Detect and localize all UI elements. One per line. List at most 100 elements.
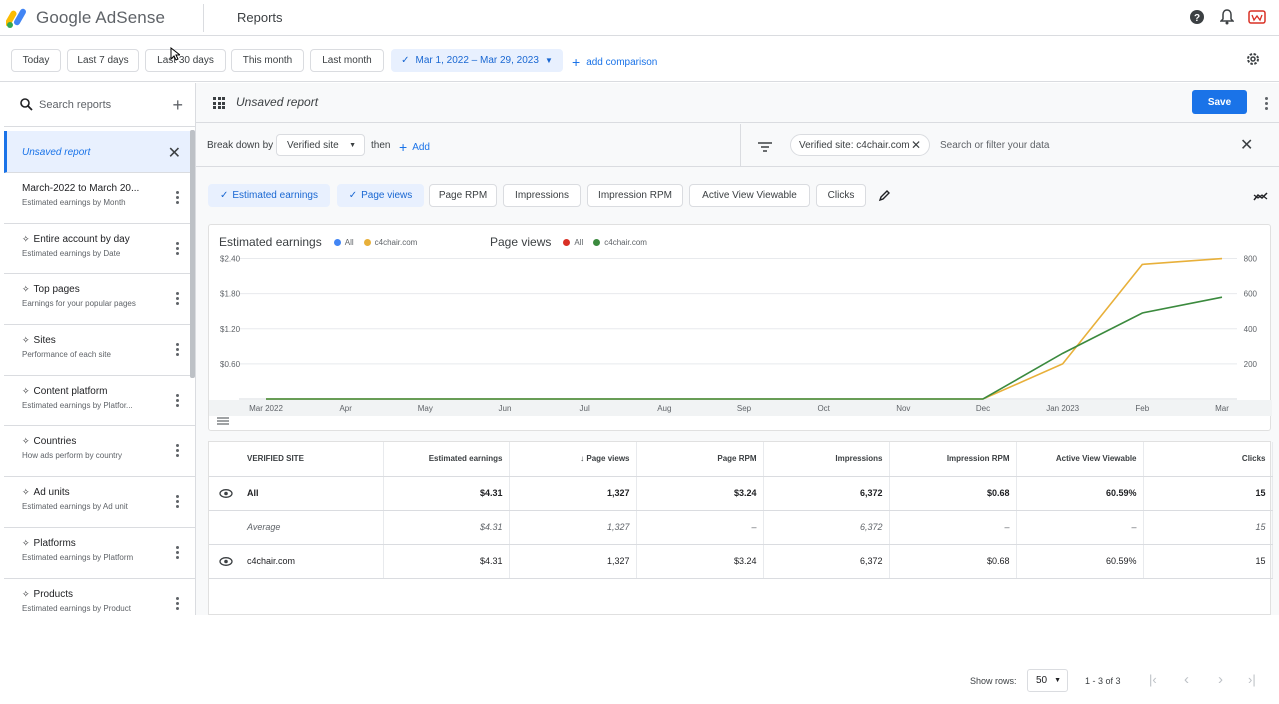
- next-page-icon[interactable]: ›: [1218, 671, 1223, 688]
- adsense-logo[interactable]: Google AdSense: [5, 7, 165, 29]
- close-icon[interactable]: ✕: [168, 143, 181, 163]
- more-options-icon[interactable]: [176, 545, 179, 561]
- help-icon[interactable]: ?: [1187, 7, 1207, 27]
- apps-grid-icon[interactable]: [213, 97, 225, 109]
- date-range-selector[interactable]: ✓ Mar 1, 2022 – Mar 29, 2023 ▼: [391, 49, 563, 72]
- filter-icon[interactable]: [758, 139, 772, 157]
- metric-active-view-viewable[interactable]: Active View Viewable: [689, 184, 810, 207]
- sidebar-item-subtitle: Estimated earnings by Month: [22, 198, 126, 207]
- column-header-clicks[interactable]: Clicks: [1143, 442, 1273, 477]
- breakdown-label: Break down by: [207, 140, 274, 151]
- visibility-eye-icon[interactable]: [219, 556, 233, 568]
- chip-this-month[interactable]: This month: [231, 49, 304, 72]
- y-left-tick-label: $1.80: [220, 290, 241, 299]
- metric-impression-rpm[interactable]: Impression RPM: [587, 184, 683, 207]
- chip-today[interactable]: Today: [11, 49, 61, 72]
- chip-last-30-days[interactable]: Last 30 days: [145, 49, 226, 72]
- report-more-options-icon[interactable]: [1265, 97, 1268, 112]
- metric-clicks[interactable]: Clicks: [816, 184, 866, 207]
- more-options-icon[interactable]: [176, 495, 179, 510]
- filter-search-input[interactable]: Search or filter your data: [940, 140, 1050, 151]
- column-header-verified-site[interactable]: VERIFIED SITE: [209, 442, 384, 477]
- sidebar-item-subtitle: Estimated earnings by Product: [22, 603, 131, 613]
- column-header-estimated-earnings[interactable]: Estimated earnings: [383, 442, 510, 477]
- sidebar-item-sites[interactable]: ✧ Sites Performance of each site: [4, 325, 195, 376]
- report-header: Unsaved report Save: [196, 83, 1279, 123]
- more-options-icon[interactable]: [176, 596, 179, 612]
- visibility-eye-icon[interactable]: [219, 488, 233, 500]
- clear-filters-icon[interactable]: ✕: [1240, 135, 1253, 155]
- save-button[interactable]: Save: [1192, 90, 1247, 114]
- chip-last-7-days[interactable]: Last 7 days: [67, 49, 139, 72]
- more-options-icon[interactable]: [176, 393, 179, 409]
- notifications-icon[interactable]: [1217, 7, 1237, 27]
- add-breakdown-button[interactable]: + Add: [399, 139, 430, 155]
- cell-page-views: 1,327: [509, 476, 637, 511]
- previous-page-icon[interactable]: ‹: [1184, 671, 1189, 688]
- sidebar-item-title: Sites: [33, 335, 56, 347]
- sidebar-item-subtitle: Estimated earnings by Platfor...: [22, 400, 133, 410]
- chart-menu-icon[interactable]: [217, 414, 229, 432]
- account-avatar-icon[interactable]: [1247, 7, 1267, 27]
- cell-active-view-viewable: 60.59%: [1016, 476, 1144, 511]
- x-tick-label: Jun: [499, 404, 512, 413]
- sidebar-item-title: Content platform: [33, 385, 108, 397]
- sidebar-item-march-2022[interactable]: March-2022 to March 20... Estimated earn…: [4, 173, 195, 224]
- sidebar-item-platforms[interactable]: ✧ Platforms Estimated earnings by Platfor…: [4, 528, 195, 579]
- metric-estimated-earnings[interactable]: ✓ Estimated earnings: [208, 184, 330, 207]
- report-title[interactable]: Unsaved report: [236, 95, 318, 109]
- table-row: c4chair.com $4.31 1,327 $3.24 6,372 $0.6…: [209, 544, 1273, 579]
- chart-toggle-trend-icon[interactable]: [1253, 189, 1268, 207]
- dropdown-arrow-icon: ▼: [349, 141, 356, 149]
- x-tick-label: May: [418, 404, 433, 413]
- verified-site-filter-chip[interactable]: Verified site: c4chair.com ✕: [790, 134, 930, 156]
- sidebar-item-countries[interactable]: ✧ Countries How ads perform by country: [4, 426, 195, 478]
- metric-impressions[interactable]: Impressions: [503, 184, 581, 207]
- cell-page-rpm: –: [636, 510, 764, 545]
- remove-filter-icon[interactable]: ✕: [911, 138, 921, 152]
- column-header-impressions[interactable]: Impressions: [763, 442, 890, 477]
- more-options-icon[interactable]: [176, 241, 179, 257]
- search-reports[interactable]: Search reports +: [4, 83, 195, 127]
- rows-per-page-select[interactable]: 50 ▼: [1027, 669, 1068, 692]
- first-page-icon[interactable]: |‹: [1149, 672, 1157, 687]
- last-page-icon[interactable]: ›|: [1248, 672, 1256, 687]
- top-bar: Google AdSense Reports ?: [0, 0, 1279, 36]
- sidebar-item-subtitle: Earnings for your popular pages: [22, 299, 136, 309]
- new-report-plus-icon[interactable]: +: [172, 95, 183, 116]
- then-label: then: [371, 140, 391, 151]
- sidebar-item-unsaved-report[interactable]: Unsaved report ✕: [4, 131, 195, 173]
- more-options-icon[interactable]: [176, 191, 179, 206]
- cell-page-rpm: $3.24: [636, 476, 764, 511]
- sparkle-icon: ✧: [22, 233, 30, 244]
- table-header-row: VERIFIED SITE Estimated earnings ↓ Page …: [209, 442, 1273, 477]
- dropdown-arrow-icon: ▼: [544, 56, 553, 65]
- more-options-icon[interactable]: [176, 444, 179, 459]
- column-header-active-view-viewable[interactable]: Active View Viewable: [1016, 442, 1144, 477]
- cell-clicks: 15: [1143, 544, 1273, 579]
- sidebar-item-products[interactable]: ✧ Products Estimated earnings by Product: [4, 579, 195, 630]
- more-options-icon[interactable]: [176, 292, 179, 307]
- edit-metrics-pencil-icon[interactable]: [878, 189, 891, 207]
- table-row: All $4.31 1,327 $3.24 6,372 $0.68 60.59%…: [209, 476, 1273, 511]
- column-header-page-rpm[interactable]: Page RPM: [636, 442, 764, 477]
- metric-page-rpm[interactable]: Page RPM: [429, 184, 497, 207]
- sidebar-item-content-platform[interactable]: ✧ Content platform Estimated earnings by …: [4, 376, 195, 427]
- chip-last-month[interactable]: Last month: [310, 49, 384, 72]
- breakdown-select[interactable]: Verified site ▼: [276, 134, 365, 156]
- sidebar-item-entire-account[interactable]: ✧ Entire account by day Estimated earning…: [4, 224, 195, 275]
- more-options-icon[interactable]: [176, 343, 179, 358]
- cell-page-views: 1,327: [509, 510, 637, 545]
- sidebar-item-title: March-2022 to March 20...: [22, 183, 140, 194]
- metric-page-views[interactable]: ✓ Page views: [337, 184, 424, 207]
- sidebar-item-top-pages[interactable]: ✧ Top pages Earnings for your popular pag…: [4, 274, 195, 326]
- settings-gear-icon[interactable]: [1245, 51, 1261, 72]
- metric-label: Estimated earnings: [232, 190, 318, 201]
- column-header-impression-rpm[interactable]: Impression RPM: [889, 442, 1017, 477]
- check-icon: ✓: [348, 190, 358, 201]
- sidebar-scrollbar[interactable]: [190, 130, 195, 378]
- add-comparison-button[interactable]: + add comparison: [572, 54, 657, 70]
- sidebar-item-ad-units[interactable]: ✧ Ad units Estimated earnings by Ad unit: [4, 477, 195, 528]
- column-header-page-views[interactable]: ↓ Page views: [509, 442, 637, 477]
- cell-impression-rpm: $0.68: [889, 544, 1017, 579]
